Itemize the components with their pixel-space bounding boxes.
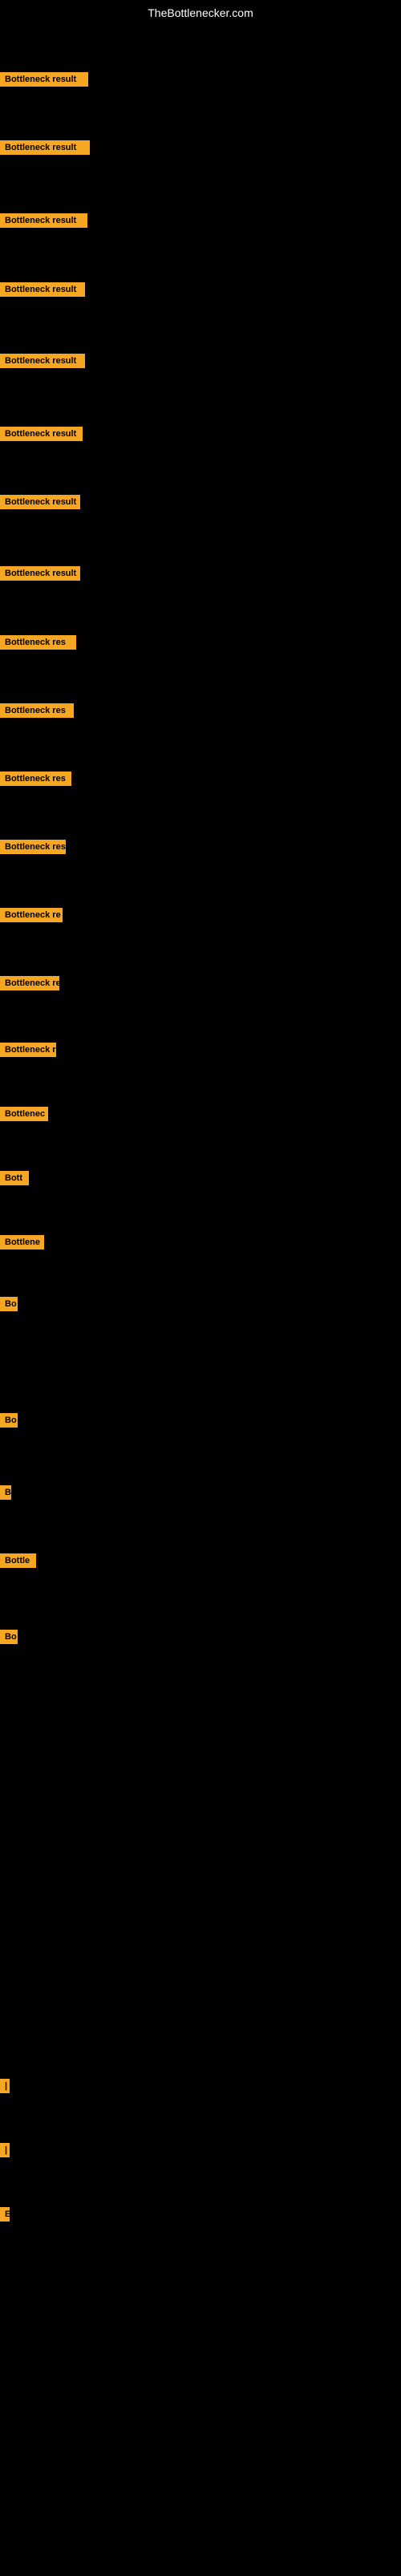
bottleneck-badge-row: Bottleneck res	[0, 703, 74, 722]
bottleneck-badge-row: Bottleneck result	[0, 427, 83, 445]
bottleneck-badge-row: Bottleneck res	[0, 772, 71, 790]
bottleneck-badge-row: Bott	[0, 1171, 29, 1189]
bottleneck-badge[interactable]: Bottleneck res	[0, 772, 71, 786]
bottleneck-badge[interactable]: Bo	[0, 1297, 18, 1311]
bottleneck-badge[interactable]: Bottlene	[0, 1235, 44, 1250]
bottleneck-badge-row: Bo	[0, 1413, 18, 1432]
bottleneck-badge-row: Bottleneck res	[0, 840, 66, 858]
bottleneck-badge-row: B	[0, 1485, 11, 1504]
bottleneck-badge[interactable]: E	[0, 2207, 10, 2222]
bottleneck-badge-row: Bottleneck re	[0, 1043, 56, 1061]
bottleneck-badge[interactable]: Bo	[0, 1413, 18, 1428]
bottleneck-badge-row: Bo	[0, 1630, 18, 1648]
bottleneck-badge-row: Bottlene	[0, 1235, 44, 1254]
bottleneck-badge-row: Bottleneck res	[0, 635, 76, 654]
bottleneck-badge-row: Bottleneck re	[0, 908, 63, 926]
bottleneck-badge-row: Bottle	[0, 1553, 36, 1572]
bottleneck-badge[interactable]: Bottleneck re	[0, 976, 59, 990]
bottleneck-badge[interactable]: Bottleneck res	[0, 635, 76, 650]
bottleneck-badge[interactable]: Bott	[0, 1171, 29, 1185]
bottleneck-badge[interactable]: Bottleneck result	[0, 495, 80, 509]
bottleneck-badge-row: Bottleneck result	[0, 495, 80, 513]
bottleneck-badge[interactable]: |	[0, 2143, 10, 2157]
bottleneck-badge-row: Bottlenec	[0, 1107, 48, 1125]
bottleneck-badge[interactable]: Bottleneck re	[0, 1043, 56, 1057]
bottleneck-badge[interactable]: Bottleneck result	[0, 72, 88, 87]
bottleneck-badge[interactable]: Bottleneck result	[0, 427, 83, 441]
bottleneck-badge-row: |	[0, 2079, 10, 2097]
bottleneck-badge[interactable]: Bottleneck result	[0, 140, 90, 155]
bottleneck-badge-row: Bottleneck result	[0, 566, 80, 585]
bottleneck-badge[interactable]: Bottlenec	[0, 1107, 48, 1121]
bottleneck-badge[interactable]: Bottleneck result	[0, 213, 87, 228]
bottleneck-badge-row: Bottleneck result	[0, 213, 87, 232]
bottleneck-badge-row: Bottleneck result	[0, 282, 85, 301]
bottleneck-badge[interactable]: Bottleneck res	[0, 840, 66, 854]
bottleneck-badge-row: |	[0, 2143, 10, 2161]
bottleneck-badge[interactable]: Bottleneck result	[0, 282, 85, 297]
bottleneck-badge-row: Bottleneck result	[0, 354, 85, 372]
bottleneck-badge[interactable]: Bottleneck result	[0, 566, 80, 581]
bottleneck-badge-row: Bottleneck re	[0, 976, 59, 994]
bottleneck-badge[interactable]: |	[0, 2079, 10, 2093]
bottleneck-badge[interactable]: Bo	[0, 1630, 18, 1644]
bottleneck-badge[interactable]: Bottleneck re	[0, 908, 63, 922]
bottleneck-badge[interactable]: Bottleneck res	[0, 703, 74, 718]
bottleneck-badge-row: E	[0, 2207, 10, 2226]
bottleneck-badge-row: Bottleneck result	[0, 140, 90, 159]
site-title: TheBottlenecker.com	[0, 0, 401, 26]
bottleneck-badge[interactable]: Bottleneck result	[0, 354, 85, 368]
bottleneck-badge-row: Bottleneck result	[0, 72, 88, 91]
bottleneck-badge[interactable]: B	[0, 1485, 11, 1500]
bottleneck-badge[interactable]: Bottle	[0, 1553, 36, 1568]
bottleneck-badge-row: Bo	[0, 1297, 18, 1315]
